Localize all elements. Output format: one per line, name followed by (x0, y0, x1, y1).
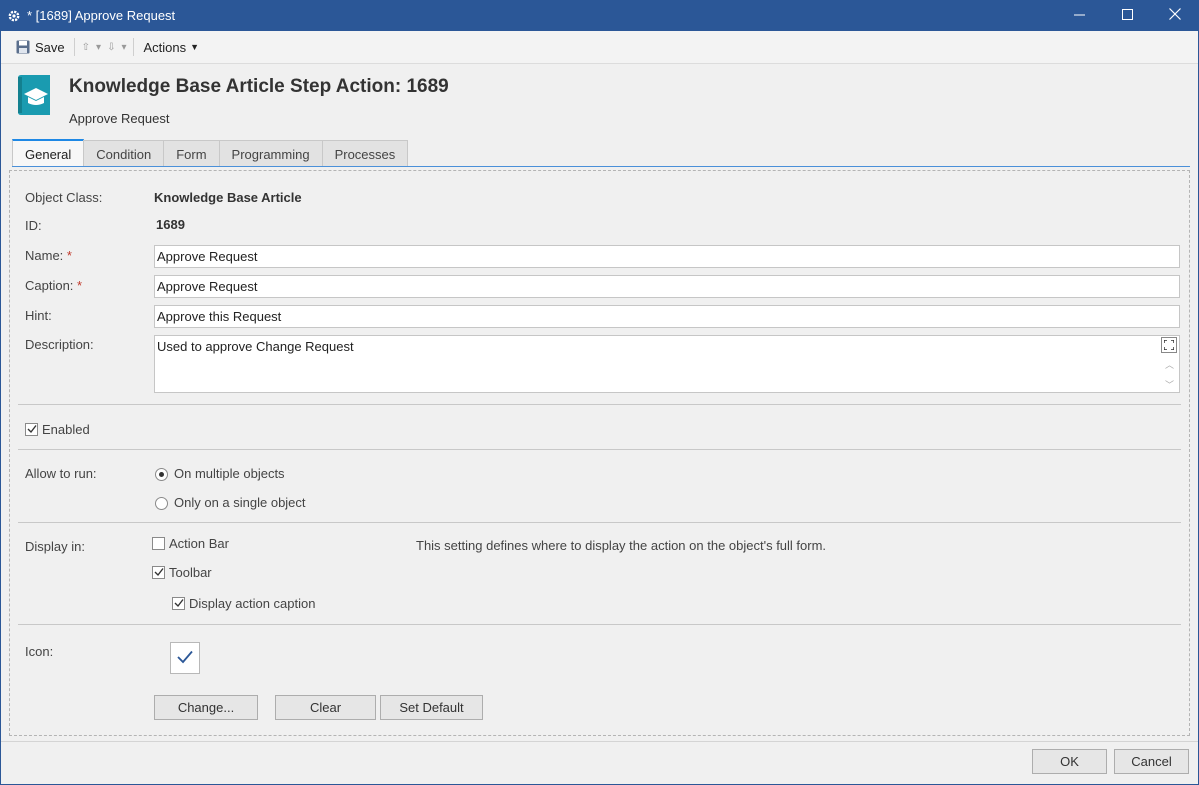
chevron-down-icon: ▾ (121, 41, 127, 53)
run-multiple-label: On multiple objects (174, 466, 285, 481)
maximize-button[interactable] (1103, 0, 1151, 31)
toolbar-checkbox[interactable] (152, 566, 165, 579)
allow-to-run-label: Allow to run: (25, 466, 97, 481)
enabled-checkbox[interactable] (25, 423, 38, 436)
minimize-icon (1073, 8, 1085, 23)
move-up-dropdown[interactable]: ▾ (93, 35, 104, 59)
run-single-label: Only on a single object (174, 495, 306, 510)
tab-processes[interactable]: Processes (321, 140, 409, 167)
caption-label: Caption: * (25, 278, 82, 293)
move-up-button[interactable]: ⇧ (79, 35, 93, 59)
checkmark-icon (177, 650, 193, 667)
radio-selected-dot (159, 472, 164, 477)
tab-form[interactable]: Form (163, 140, 220, 167)
object-class-value: Knowledge Base Article (154, 190, 302, 205)
chevron-down-icon: ▾ (96, 41, 102, 53)
clear-icon-button[interactable]: Clear (275, 695, 376, 720)
description-text: Used to approve Change Request (157, 339, 354, 354)
divider (18, 624, 1181, 625)
id-value: 1689 (156, 217, 185, 232)
hint-label: Hint: (25, 308, 52, 323)
arrow-down-icon: ⇩ (107, 41, 116, 53)
save-label: Save (35, 39, 65, 55)
toolbar-separator (73, 38, 75, 56)
checkmark-icon (154, 565, 164, 580)
save-icon (16, 40, 30, 54)
arrow-up-icon: ⇧ (81, 41, 91, 53)
toolbar: Save ⇧ ▾ ⇩ ▾ Actions ▼ (1, 31, 1198, 64)
name-label-text: Name: (25, 248, 64, 263)
checkmark-icon (27, 422, 37, 437)
display-in-hint: This setting defines where to display th… (416, 538, 827, 553)
hint-field[interactable]: Approve this Request (154, 305, 1180, 328)
title-bar: * [1689] Approve Request (0, 0, 1199, 31)
move-down-dropdown[interactable]: ▾ (118, 35, 129, 59)
tab-programming[interactable]: Programming (218, 140, 323, 167)
checkmark-icon (174, 596, 184, 611)
maximize-icon (1121, 8, 1133, 23)
app-gear-icon[interactable] (7, 9, 21, 23)
ok-button[interactable]: OK (1032, 749, 1107, 774)
toolbar-label: Toolbar (169, 565, 212, 580)
tab-bar: General Condition Form Programming Proce… (12, 139, 409, 167)
run-single-radio[interactable] (155, 497, 168, 510)
icon-preview (170, 642, 200, 674)
move-down-button[interactable]: ⇩ (104, 35, 118, 59)
display-caption-checkbox[interactable] (172, 597, 185, 610)
action-bar-label: Action Bar (169, 536, 229, 551)
toolbar-separator (133, 38, 135, 56)
expand-icon (1163, 338, 1175, 353)
run-multiple-radio[interactable] (155, 468, 168, 481)
tab-general[interactable]: General (12, 139, 85, 167)
scroll-down-icon[interactable]: ﹀ (1165, 378, 1174, 391)
actions-label: Actions (143, 39, 187, 55)
tab-condition[interactable]: Condition (83, 140, 165, 167)
knowledge-base-icon (15, 74, 53, 116)
display-caption-label: Display action caption (189, 596, 316, 611)
divider (18, 449, 1181, 450)
icon-label: Icon: (25, 644, 54, 659)
description-label: Description: (25, 337, 94, 352)
expand-editor-button[interactable] (1161, 337, 1177, 353)
change-icon-button[interactable]: Change... (154, 695, 258, 720)
divider (18, 522, 1181, 523)
caption-field[interactable]: Approve Request (154, 275, 1180, 298)
name-label: Name: * (25, 248, 72, 263)
actions-menu-button[interactable]: Actions ▼ (138, 35, 204, 59)
window-title: * [1689] Approve Request (27, 8, 176, 23)
description-field[interactable]: Used to approve Change Request ︿ ﹀ (154, 335, 1180, 393)
id-label: ID: (25, 218, 42, 233)
tab-underline (12, 166, 1190, 167)
page-title: Knowledge Base Article Step Action: 1689 (69, 76, 449, 97)
page-subtitle: Approve Request (69, 111, 170, 126)
caption-label-text: Caption: (25, 278, 74, 293)
name-field[interactable]: Approve Request (154, 245, 1180, 268)
required-marker: * (66, 248, 72, 263)
action-bar-checkbox[interactable] (152, 537, 165, 550)
dialog-footer (1, 741, 1198, 784)
required-marker: * (77, 278, 83, 293)
close-button[interactable] (1151, 0, 1199, 31)
divider (18, 404, 1181, 405)
save-button[interactable]: Save (11, 35, 70, 59)
scroll-up-icon[interactable]: ︿ (1165, 358, 1174, 371)
minimize-button[interactable] (1055, 0, 1103, 31)
close-icon (1169, 8, 1181, 23)
enabled-label: Enabled (42, 422, 90, 437)
chevron-down-icon: ▼ (190, 42, 200, 52)
cancel-button[interactable]: Cancel (1114, 749, 1189, 774)
display-in-label: Display in: (25, 539, 85, 554)
object-class-label: Object Class: (25, 190, 103, 205)
set-default-icon-button[interactable]: Set Default (380, 695, 483, 720)
